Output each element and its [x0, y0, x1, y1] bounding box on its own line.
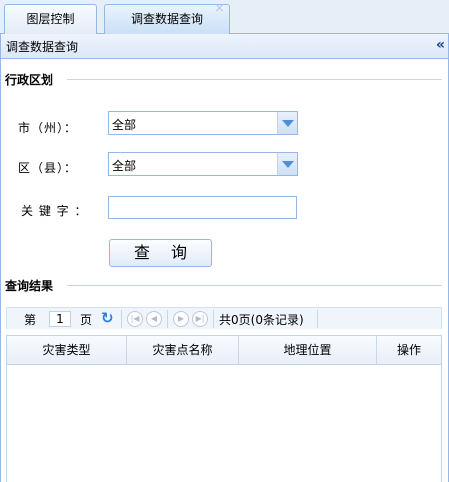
admin-section-title: 行政区划 [5, 73, 54, 87]
close-icon[interactable]: × [214, 2, 225, 16]
last-page-icon[interactable]: ▶| [192, 311, 208, 327]
refresh-icon[interactable]: ↻ [101, 309, 114, 327]
tab-label: 调查数据查询 [130, 12, 203, 26]
panel-title: 调查数据查询 [6, 40, 79, 54]
next-page-icon[interactable]: ▶ [173, 311, 189, 327]
county-combobox[interactable]: 全部 [108, 152, 298, 176]
column-header[interactable]: 地理位置 [239, 336, 377, 364]
chevron-down-icon[interactable] [277, 153, 297, 175]
city-label: 市（州）： [18, 121, 78, 135]
tab-bar: 图层控制 调查数据查询 × [0, 0, 449, 35]
county-label: 区（县）： [18, 161, 78, 175]
first-page-icon[interactable]: |◀ [127, 311, 143, 327]
tab-survey-data-query[interactable]: 调查数据查询 × [104, 2, 230, 35]
pager-separator [213, 310, 214, 328]
chevron-down-icon[interactable] [277, 112, 297, 134]
section-divider [67, 79, 442, 80]
column-header[interactable]: 灾害类型 [7, 336, 127, 364]
pager-separator [121, 310, 122, 328]
panel-header: 调查数据查询 « [0, 34, 449, 59]
section-divider [67, 285, 442, 286]
results-section-title: 查询结果 [5, 279, 54, 293]
keyword-input[interactable] [108, 196, 297, 219]
pager-separator [167, 310, 168, 328]
county-value: 全部 [112, 159, 137, 173]
tab-layer-control[interactable]: 图层控制 [4, 4, 97, 34]
collapse-icon[interactable]: « [436, 37, 445, 53]
city-combobox[interactable]: 全部 [108, 111, 298, 135]
column-header[interactable]: 操作 [377, 336, 441, 364]
tab-label: 图层控制 [26, 12, 75, 26]
pager-summary: 共0页(0条记录) [219, 313, 304, 327]
results-grid-header: 灾害类型 灾害点名称 地理位置 操作 [6, 335, 442, 365]
pager-toolbar: 第 1 页 ↻ |◀ ◀ ▶ ▶| 共0页(0条记录) [6, 307, 442, 329]
keyword-label: 关 键 字 ： [21, 204, 88, 218]
pager-separator [317, 310, 318, 328]
page-number-input[interactable]: 1 [49, 311, 71, 327]
page-suffix: 页 [80, 313, 93, 327]
panel-body: 行政区划 市（州）： 全部 区（县）： 全部 关 键 字 ： 查 询 查询结果 … [0, 59, 449, 482]
prev-page-icon[interactable]: ◀ [146, 311, 162, 327]
page-prefix: 第 [24, 313, 37, 327]
city-value: 全部 [112, 118, 137, 132]
results-grid-body [6, 365, 442, 482]
query-button[interactable]: 查 询 [109, 239, 212, 267]
column-header[interactable]: 灾害点名称 [127, 336, 239, 364]
